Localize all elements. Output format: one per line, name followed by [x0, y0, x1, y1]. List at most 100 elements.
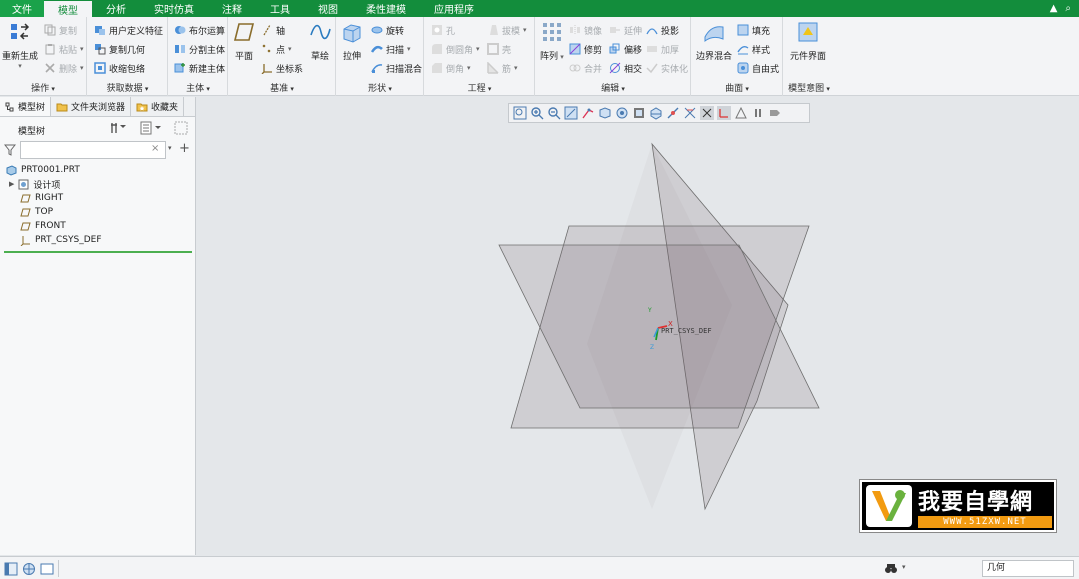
find-dropdown-icon[interactable]: ▾ — [902, 563, 906, 571]
tree-item-part[interactable]: PRT0001.PRT — [0, 163, 196, 177]
project-button[interactable]: 投影 — [646, 22, 679, 38]
csys-axis-y-label: Y — [647, 307, 652, 314]
tree-columns-icon[interactable] — [174, 121, 188, 138]
new-body-button[interactable]: 新建主体 — [174, 60, 225, 76]
add-filter-icon[interactable]: + — [179, 141, 190, 156]
hole-icon — [432, 25, 442, 35]
csys-button[interactable]: 坐标系 — [261, 60, 303, 76]
axis-label: 轴 — [276, 26, 286, 37]
split-body-button[interactable]: 分割主体 — [174, 41, 225, 57]
tab-applications[interactable]: 应用程序 — [420, 0, 488, 17]
favorites-icon — [136, 103, 148, 111]
extend-label: 延伸 — [624, 26, 643, 37]
style-button[interactable]: 样式 — [737, 41, 770, 57]
clear-search-icon[interactable]: × — [151, 143, 159, 154]
point-button[interactable]: 点 — [261, 41, 292, 57]
tree-item-design-items[interactable]: ▶ 设计项 — [0, 177, 196, 191]
full-screen-icon[interactable] — [40, 562, 54, 576]
tab-analysis[interactable]: 分析 — [92, 0, 140, 17]
hole-button[interactable]: 孔 — [431, 22, 455, 38]
tree-item-front[interactable]: FRONT — [0, 219, 196, 233]
tab-model-tree[interactable]: 模型树 — [0, 97, 52, 116]
csys-name-label: PRT_CSYS_DEF — [661, 327, 712, 335]
filter-icon[interactable] — [4, 144, 16, 156]
offset-label: 偏移 — [624, 45, 643, 56]
extrude-button[interactable]: 拉伸 — [341, 21, 363, 62]
tree-filters-icon[interactable] — [140, 121, 164, 138]
boundary-blend-button[interactable]: 边界混合 — [696, 21, 732, 62]
group-label-shapes[interactable]: 形状 — [337, 81, 423, 94]
group-operations: 重新生成 ▾ 复制 粘贴 删除 操作 — [0, 17, 87, 96]
site-watermark-logo: 我要自學網 WWW.51ZXW.NET — [859, 479, 1057, 533]
group-label-body[interactable]: 主体 — [169, 81, 227, 94]
show-browser-icon[interactable] — [22, 562, 36, 576]
search-icon[interactable]: ⌕ — [1065, 3, 1071, 14]
tree-item-right[interactable]: RIGHT — [0, 191, 196, 205]
shell-button[interactable]: 壳 — [487, 41, 511, 57]
intersect-button[interactable]: 相交 — [609, 60, 642, 76]
axis-icon — [263, 24, 271, 36]
regenerate-dropdown-icon[interactable]: ▾ — [18, 62, 22, 70]
copy-geometry-button[interactable]: 复制几何 — [94, 41, 145, 57]
boolean-button[interactable]: 布尔运算 — [174, 22, 225, 38]
offset-button[interactable]: 偏移 — [609, 41, 642, 57]
collapse-ribbon-icon[interactable]: ▲ — [1050, 3, 1058, 14]
show-navigator-icon[interactable] — [4, 562, 18, 576]
udf-button[interactable]: 用户定义特征 — [94, 22, 163, 38]
tab-live-simulation[interactable]: 实时仿真 — [140, 0, 208, 17]
trim-button[interactable]: 修剪 — [569, 41, 602, 57]
tab-model-tree-label: 模型树 — [18, 103, 46, 113]
selection-filter-select[interactable]: 几何 — [982, 560, 1074, 577]
group-label-edit[interactable]: 编辑 — [536, 81, 690, 94]
mirror-button[interactable]: 镜像 — [569, 22, 602, 38]
extend-button[interactable]: 延伸 — [609, 22, 642, 38]
fill-button[interactable]: 填充 — [737, 22, 770, 38]
plane-button[interactable]: 平面 — [233, 21, 255, 62]
axis-button[interactable]: 轴 — [261, 22, 285, 38]
regenerate-button[interactable]: 重新生成 ▾ — [2, 21, 38, 70]
freestyle-button[interactable]: 自由式 — [737, 60, 779, 76]
group-label-surfaces[interactable]: 曲面 — [692, 81, 782, 94]
group-label-model-intent[interactable]: 模型意图 — [784, 81, 834, 94]
solidify-button[interactable]: 实体化 — [646, 60, 688, 76]
file-menu[interactable]: 文件 — [0, 0, 44, 17]
search-dropdown-icon[interactable]: ▾ — [168, 144, 172, 152]
rib-button[interactable]: 筋 — [487, 60, 518, 76]
sketch-button[interactable]: 草绘 — [309, 21, 331, 62]
draft-button[interactable]: 拔模 — [487, 22, 527, 38]
shrinkwrap-button[interactable]: 收缩包络 — [94, 60, 145, 76]
group-edit: 阵列 镜像 修剪 合并 延伸 偏移 相交 投影 加厚 实体化 编辑 — [536, 17, 691, 96]
revolve-icon — [371, 26, 383, 34]
swept-blend-button[interactable]: 扫描混合 — [371, 60, 422, 76]
tree-item-top[interactable]: TOP — [0, 205, 196, 219]
tree-filter-row: × ▾ + — [4, 141, 192, 159]
tab-view[interactable]: 视图 — [304, 0, 352, 17]
tree-search-input[interactable] — [20, 141, 166, 159]
sweep-button[interactable]: 扫描 — [371, 41, 411, 57]
tab-flexible-modeling[interactable]: 柔性建模 — [352, 0, 420, 17]
group-label-operations[interactable]: 操作 — [0, 81, 86, 94]
tab-model[interactable]: 模型 — [44, 1, 92, 17]
pattern-button[interactable]: 阵列 — [540, 21, 564, 62]
tree-insert-indicator[interactable] — [4, 251, 192, 253]
group-label-engineering[interactable]: 工程 — [425, 81, 534, 94]
merge-button[interactable]: 合并 — [569, 60, 602, 76]
chamfer-button[interactable]: 倒角 — [431, 60, 471, 76]
tree-item-csys[interactable]: PRT_CSYS_DEF — [0, 233, 196, 247]
find-icon[interactable] — [884, 562, 898, 576]
component-interface-button[interactable]: 元件界面 — [790, 21, 826, 62]
delete-button[interactable]: 删除 — [44, 60, 84, 76]
copy-button[interactable]: 复制 — [44, 22, 77, 38]
paste-button[interactable]: 粘贴 — [44, 41, 84, 57]
group-label-datum[interactable]: 基准 — [229, 81, 335, 94]
revolve-button[interactable]: 旋转 — [371, 22, 404, 38]
group-label-get-data[interactable]: 获取数据 — [88, 81, 167, 94]
expand-arrow-icon[interactable]: ▶ — [9, 180, 14, 188]
thicken-button[interactable]: 加厚 — [646, 41, 679, 57]
round-button[interactable]: 倒圆角 — [431, 41, 480, 57]
tab-annotate[interactable]: 注释 — [208, 0, 256, 17]
tree-settings-icon[interactable] — [110, 121, 132, 138]
tab-tools[interactable]: 工具 — [256, 0, 304, 17]
tab-folder-browser[interactable]: 文件夹浏览器 — [51, 97, 132, 116]
tab-favorites[interactable]: 收藏夹 — [131, 97, 185, 116]
